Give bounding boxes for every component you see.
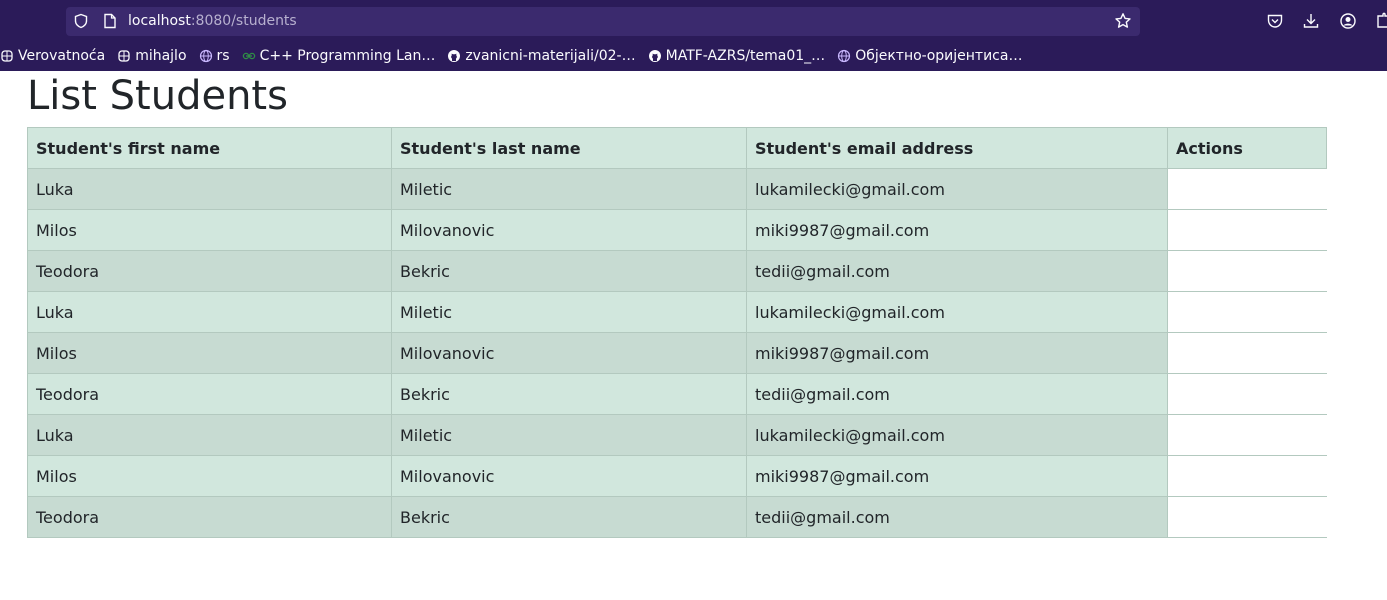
cell-last-name: Bekric (391, 496, 747, 538)
cell-actions (1167, 168, 1327, 210)
url-text[interactable]: localhost:8080/students (128, 12, 297, 30)
cell-first-name: Teodora (27, 496, 392, 538)
table-header-row: Student's first name Student's last name… (27, 127, 1327, 169)
cell-last-name: Bekric (391, 250, 747, 292)
cell-first-name: Luka (27, 168, 392, 210)
cell-email: miki9987@gmail.com (746, 209, 1168, 251)
table-row: Luka Miletic lukamilecki@gmail.com (27, 414, 1327, 456)
globe-icon (837, 49, 851, 63)
page-content: List Students (27, 71, 288, 121)
bookmark-item[interactable]: Објектно-оријентиса… (837, 48, 1022, 64)
url-host: localhost (128, 13, 191, 29)
cell-first-name: Luka (27, 414, 392, 456)
cell-email: tedii@gmail.com (746, 496, 1168, 538)
bookmarks-bar: Verovatnoća mihajlo rs C++ Programming L… (0, 44, 1034, 68)
cell-last-name: Milovanovic (391, 209, 747, 251)
shield-icon[interactable] (73, 13, 89, 29)
bookmark-label: C++ Programming Lan… (259, 48, 436, 64)
download-icon[interactable] (1302, 12, 1320, 30)
cell-email: lukamilecki@gmail.com (746, 414, 1168, 456)
bookmark-item[interactable]: C++ Programming Lan… (242, 48, 436, 64)
bookmark-item[interactable]: Verovatnoća (0, 48, 105, 64)
bookmark-label: rs (216, 48, 230, 64)
cell-actions (1167, 332, 1327, 374)
table-row: Milos Milovanovic miki9987@gmail.com (27, 209, 1327, 251)
bookmark-label: zvanicni-materijali/02-… (465, 48, 636, 64)
bookmark-item[interactable]: rs (199, 48, 230, 64)
cell-email: miki9987@gmail.com (746, 332, 1168, 374)
bookmark-label: Verovatnoća (18, 48, 106, 64)
address-bar[interactable]: localhost:8080/students (66, 7, 1140, 36)
bookmark-item[interactable]: mihajlo (117, 48, 187, 64)
table-row: Milos Milovanovic miki9987@gmail.com (27, 455, 1327, 497)
table-row: Luka Miletic lukamilecki@gmail.com (27, 168, 1327, 210)
cell-last-name: Milovanovic (391, 332, 747, 374)
header-first-name: Student's first name (27, 127, 392, 169)
cell-last-name: Bekric (391, 373, 747, 415)
cell-last-name: Milovanovic (391, 455, 747, 497)
cell-first-name: Milos (27, 209, 392, 251)
cell-email: lukamilecki@gmail.com (746, 291, 1168, 333)
cell-actions (1167, 496, 1327, 538)
cell-email: miki9987@gmail.com (746, 455, 1168, 497)
header-email: Student's email address (746, 127, 1168, 169)
generic-site-icon (117, 49, 131, 63)
bookmark-item[interactable]: zvanicni-materijali/02-… (447, 48, 636, 64)
table-row: Milos Milovanovic miki9987@gmail.com (27, 332, 1327, 374)
github-icon (648, 49, 662, 63)
cell-actions (1167, 373, 1327, 415)
cell-first-name: Luka (27, 291, 392, 333)
cell-last-name: Miletic (391, 291, 747, 333)
cell-actions (1167, 414, 1327, 456)
header-actions: Actions (1167, 127, 1327, 169)
cell-first-name: Teodora (27, 373, 392, 415)
generic-site-icon (0, 49, 14, 63)
bookmark-label: Објектно-оријентиса… (855, 48, 1023, 64)
cell-actions (1167, 291, 1327, 333)
table-row: Teodora Bekric tedii@gmail.com (27, 373, 1327, 415)
page-title: List Students (27, 73, 288, 119)
cell-email: tedii@gmail.com (746, 373, 1168, 415)
cell-actions (1167, 455, 1327, 497)
cell-first-name: Milos (27, 332, 392, 374)
table-row: Teodora Bekric tedii@gmail.com (27, 496, 1327, 538)
bookmark-label: MATF-AZRS/tema01_… (665, 48, 826, 64)
header-last-name: Student's last name (391, 127, 747, 169)
star-icon[interactable] (1114, 12, 1132, 30)
table-row: Teodora Bekric tedii@gmail.com (27, 250, 1327, 292)
github-icon (447, 49, 461, 63)
extensions-icon[interactable] (1375, 12, 1387, 30)
globe-icon (199, 49, 213, 63)
bookmark-item[interactable]: MATF-AZRS/tema01_… (648, 48, 826, 64)
browser-toolbar: localhost:8080/students Verovatnoća miha… (0, 0, 1387, 71)
page-icon (104, 13, 116, 29)
cell-last-name: Miletic (391, 414, 747, 456)
url-path: :8080/students (190, 13, 297, 29)
students-table: Student's first name Student's last name… (27, 127, 1327, 538)
cell-email: lukamilecki@gmail.com (746, 168, 1168, 210)
cell-first-name: Milos (27, 455, 392, 497)
cell-actions (1167, 250, 1327, 292)
cell-actions (1167, 209, 1327, 251)
cell-first-name: Teodora (27, 250, 392, 292)
cell-last-name: Miletic (391, 168, 747, 210)
cell-email: tedii@gmail.com (746, 250, 1168, 292)
pocket-icon[interactable] (1266, 12, 1284, 30)
bookmark-label: mihajlo (135, 48, 187, 64)
geeksforgeeks-icon (242, 49, 256, 63)
table-row: Luka Miletic lukamilecki@gmail.com (27, 291, 1327, 333)
account-icon[interactable] (1339, 12, 1357, 30)
